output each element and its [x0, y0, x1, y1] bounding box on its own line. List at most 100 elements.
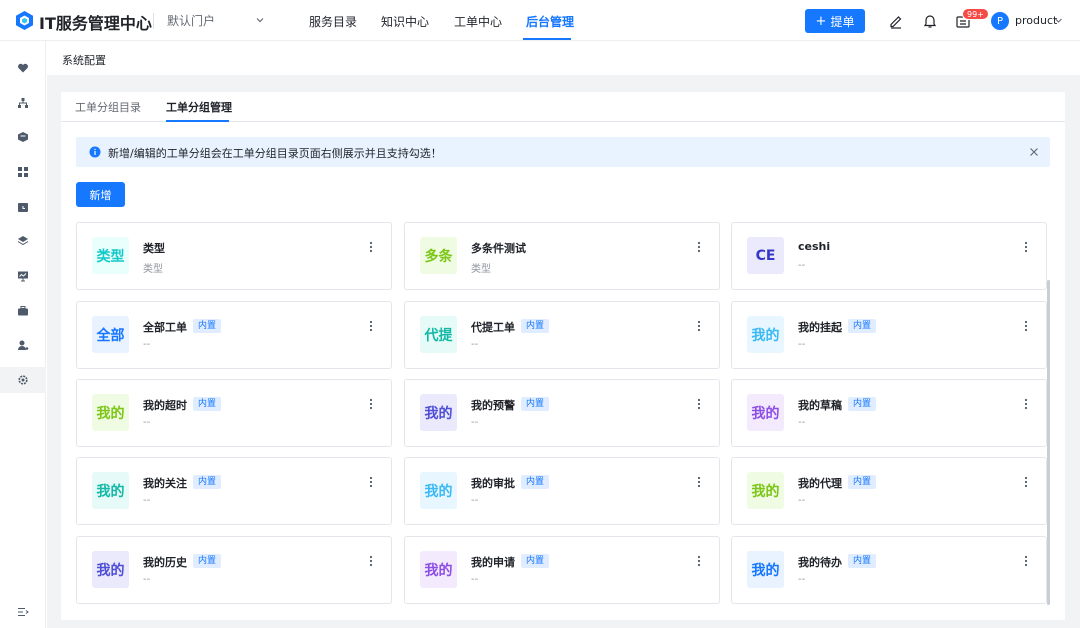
group-card[interactable]: 我的 我的历史 内置 -- — [76, 536, 392, 604]
group-card[interactable]: 我的 我的审批 内置 -- — [404, 457, 720, 525]
group-card[interactable]: 我的 我的关注 内置 -- — [76, 457, 392, 525]
more-options-icon[interactable] — [1022, 319, 1030, 333]
group-description: 类型 — [143, 264, 163, 275]
chevron-down-icon[interactable] — [1054, 16, 1063, 25]
nav-ticket-center[interactable]: 工单中心 — [454, 13, 502, 30]
sidebar-item-layers[interactable] — [0, 228, 46, 254]
builtin-tag: 内置 — [521, 554, 550, 568]
group-card[interactable]: 我的 我的申请 内置 -- — [404, 536, 720, 604]
create-ticket-label: 提单 — [830, 14, 855, 29]
group-avatar: 全部 — [92, 316, 129, 353]
sidebar-collapse[interactable] — [0, 599, 46, 625]
avatar[interactable]: P — [991, 12, 1009, 30]
user-settings-icon — [18, 340, 29, 350]
tab-bar: 工单分组目录 工单分组管理 — [61, 92, 1065, 122]
group-avatar: 类型 — [92, 237, 129, 274]
sidebar-item-briefcase[interactable] — [0, 298, 46, 324]
sidebar-item-user[interactable] — [0, 332, 46, 358]
builtin-tag: 内置 — [521, 397, 550, 411]
create-ticket-button[interactable]: + 提单 — [805, 9, 865, 33]
username[interactable]: product — [1015, 14, 1057, 27]
monitor-icon — [18, 271, 28, 282]
more-options-icon[interactable] — [367, 397, 375, 411]
more-options-icon[interactable] — [1022, 554, 1030, 568]
group-description: -- — [143, 339, 151, 350]
more-options-icon[interactable] — [695, 475, 703, 489]
sidebar-item-heart[interactable] — [0, 55, 46, 81]
more-options-icon[interactable] — [1022, 397, 1030, 411]
group-card[interactable]: 代提 代提工单 内置 -- — [404, 301, 720, 369]
more-options-icon[interactable] — [1022, 240, 1030, 254]
group-card[interactable]: 类型 类型 类型 — [76, 222, 392, 290]
more-options-icon[interactable] — [695, 240, 703, 254]
sidebar-item-grid[interactable] — [0, 159, 46, 185]
group-avatar: 我的 — [92, 472, 129, 509]
nav-active-indicator — [523, 38, 571, 40]
more-options-icon[interactable] — [367, 554, 375, 568]
add-button[interactable]: 新增 — [76, 182, 125, 207]
more-options-icon[interactable] — [695, 319, 703, 333]
group-card[interactable]: 全部 全部工单 内置 -- — [76, 301, 392, 369]
group-name: 我的关注 — [143, 477, 187, 490]
group-card[interactable]: 我的 我的超时 内置 -- — [76, 379, 392, 447]
sidebar-item-folder[interactable] — [0, 194, 46, 220]
bell-icon[interactable] — [922, 13, 938, 29]
app-logo-icon[interactable] — [16, 11, 33, 30]
group-avatar: 我的 — [92, 551, 129, 588]
group-name: 我的代理 — [798, 477, 842, 490]
title-divider — [153, 13, 154, 29]
builtin-tag: 内置 — [193, 319, 222, 333]
group-card[interactable]: 我的 我的挂起 内置 -- — [731, 301, 1047, 369]
heart-icon — [18, 63, 28, 73]
tab-group-directory[interactable]: 工单分组目录 — [75, 99, 141, 115]
group-description: -- — [143, 574, 151, 585]
more-options-icon[interactable] — [1022, 475, 1030, 489]
group-description: -- — [798, 495, 806, 506]
more-options-icon[interactable] — [695, 397, 703, 411]
builtin-tag: 内置 — [521, 319, 550, 333]
group-avatar: 我的 — [747, 472, 784, 509]
group-card[interactable]: 多条 多条件测试 类型 — [404, 222, 720, 290]
group-card[interactable]: 我的 我的预警 内置 -- — [404, 379, 720, 447]
sidebar-item-org[interactable] — [0, 90, 46, 116]
sidebar-item-settings[interactable] — [0, 367, 46, 393]
group-name: 全部工单 — [143, 321, 187, 334]
alert-message: 新增/编辑的工单分组会在工单分组目录页面右侧展示并且支持勾选！ — [108, 147, 442, 160]
edit-icon[interactable] — [888, 13, 904, 29]
scrollbar[interactable] — [1047, 280, 1050, 605]
sidebar-item-monitor[interactable] — [0, 263, 46, 289]
group-description: -- — [471, 417, 479, 428]
nav-admin[interactable]: 后台管理 — [526, 13, 574, 30]
group-card[interactable]: 我的 我的待办 内置 -- — [731, 536, 1047, 604]
group-description: -- — [471, 574, 479, 585]
group-avatar: 代提 — [420, 316, 457, 353]
builtin-tag: 内置 — [193, 397, 222, 411]
tab-group-management[interactable]: 工单分组管理 — [166, 99, 232, 115]
nav-service-catalog[interactable]: 服务目录 — [309, 13, 357, 30]
group-name: 我的超时 — [143, 399, 187, 412]
nav-knowledge-center[interactable]: 知识中心 — [381, 13, 429, 30]
more-options-icon[interactable] — [367, 475, 375, 489]
portal-select[interactable]: 默认门户 — [167, 12, 215, 29]
sidebar-item-cube[interactable] — [0, 124, 46, 150]
group-avatar: CE — [747, 237, 784, 274]
close-icon[interactable] — [1029, 147, 1039, 157]
group-card[interactable]: 我的 我的代理 内置 -- — [731, 457, 1047, 525]
group-name: 类型 — [143, 242, 165, 255]
breadcrumb-bar: 系统配置 — [47, 41, 1080, 75]
builtin-tag: 内置 — [521, 475, 550, 489]
group-avatar: 我的 — [420, 551, 457, 588]
chevron-down-icon[interactable] — [254, 14, 266, 26]
more-options-icon[interactable] — [695, 554, 703, 568]
info-alert: 新增/编辑的工单分组会在工单分组目录页面右侧展示并且支持勾选！ — [76, 137, 1050, 167]
group-card[interactable]: 我的 我的草稿 内置 -- — [731, 379, 1047, 447]
group-card[interactable]: CE ceshi -- — [731, 222, 1047, 290]
group-name: 多条件测试 — [471, 242, 526, 255]
folder-clock-icon — [18, 203, 28, 212]
more-options-icon[interactable] — [367, 240, 375, 254]
grid-icon — [18, 167, 28, 177]
more-options-icon[interactable] — [367, 319, 375, 333]
group-name: 我的草稿 — [798, 399, 842, 412]
app-title[interactable]: IT服务管理中心 — [39, 10, 152, 34]
org-tree-icon — [18, 98, 28, 108]
